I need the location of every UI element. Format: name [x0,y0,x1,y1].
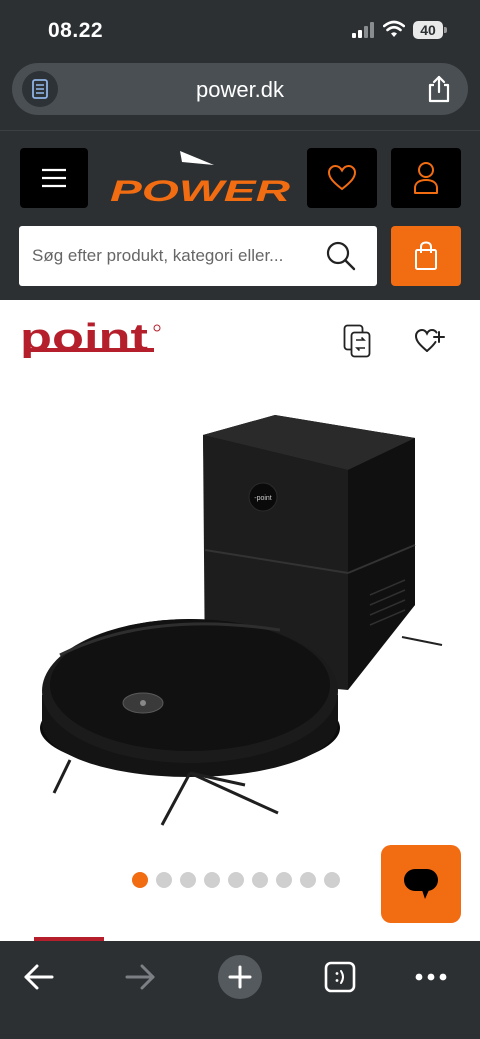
chat-button[interactable] [381,845,461,923]
address-bar[interactable]: power.dk [12,63,468,115]
signal-icon [352,22,374,38]
menu-button[interactable] [20,148,88,208]
forward-arrow-icon [125,964,155,990]
brand-text: point [20,318,148,359]
status-time: 08.22 [48,19,104,42]
menu-icon [42,168,66,188]
forward-button[interactable] [112,949,168,1005]
favorites-button[interactable] [307,148,377,208]
carousel-dot[interactable] [300,872,316,888]
more-icon [415,973,447,981]
account-button[interactable] [391,148,461,208]
carousel-dot[interactable] [276,872,292,888]
cart-button[interactable] [391,226,461,286]
browser-address-area: power.dk [0,60,480,130]
compare-icon[interactable] [343,324,371,358]
tabs-button[interactable] [312,949,368,1005]
heart-plus-icon[interactable] [414,326,446,354]
product-image[interactable]: -point [30,405,460,835]
status-bar: 08.22 40 [0,0,480,60]
back-button[interactable] [11,949,67,1005]
site-header: POWER Søg efter produkt, kategori eller.… [0,130,480,300]
wifi-icon [383,20,405,37]
url-text: power.dk [195,77,285,102]
carousel-dot[interactable] [156,872,172,888]
carousel-dot[interactable] [132,872,148,888]
chat-icon [404,869,438,899]
carousel-dot[interactable] [324,872,340,888]
new-tab-button[interactable] [212,949,268,1005]
brand-logo: point [20,318,161,359]
image-carousel-dots [132,872,340,890]
power-logo[interactable]: POWER [108,149,294,207]
search-icon[interactable] [325,240,357,272]
user-icon [414,162,438,194]
plus-icon [228,965,252,989]
carousel-dot[interactable] [180,872,196,888]
tabs-icon [324,961,356,993]
battery-level: 40 [413,21,443,39]
carousel-dot[interactable] [252,872,268,888]
heart-icon [327,164,357,191]
battery-icon: 40 [413,21,447,39]
search-input[interactable]: Søg efter produkt, kategori eller... [19,226,377,286]
shopping-bag-icon [415,241,437,270]
svg-text:-point: -point [254,495,272,502]
share-icon[interactable] [426,75,452,103]
browser-toolbar [0,941,480,1039]
logo-text: POWER [110,175,291,207]
more-button[interactable] [403,949,459,1005]
search-placeholder: Søg efter produkt, kategori eller... [32,246,284,265]
back-arrow-icon [24,964,54,990]
carousel-dot[interactable] [204,872,220,888]
carousel-dot[interactable] [228,872,244,888]
